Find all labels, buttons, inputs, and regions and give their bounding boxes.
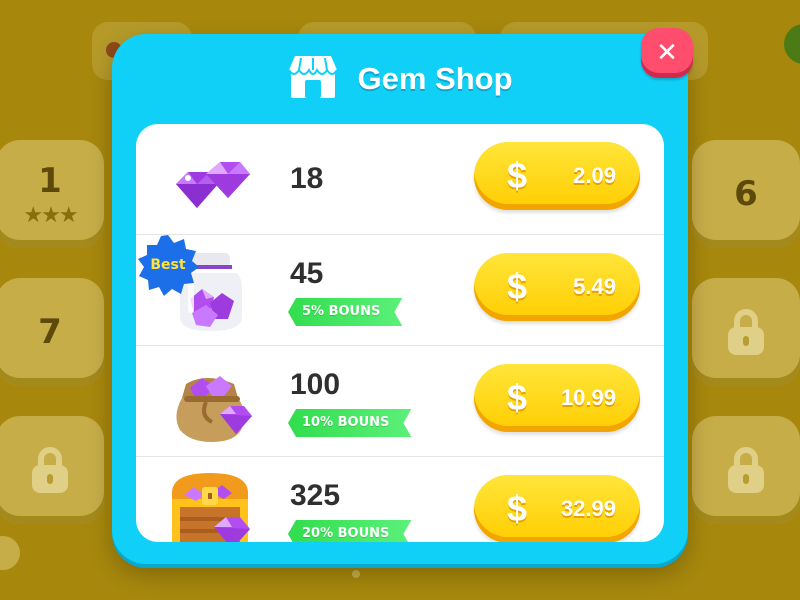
lock-icon (32, 447, 68, 493)
best-value-badge: Best (137, 234, 199, 296)
buy-button[interactable]: $ 32.99 (474, 475, 640, 542)
dollar-icon: $ (506, 488, 528, 529)
price-label: 32.99 (560, 496, 616, 521)
gem-sack-icon (166, 358, 256, 448)
bonus-tag: 20% BOUNS (288, 520, 411, 542)
gem-amount: 18 (290, 162, 324, 195)
lock-icon (728, 447, 764, 493)
level-number: 1 (38, 160, 62, 201)
locked-level-tile (0, 416, 104, 524)
shop-item-row: 100 10% BOUNS $ 10.99 (136, 346, 664, 457)
treasure-chest-icon (166, 465, 256, 542)
chat-icon (0, 536, 20, 570)
close-button[interactable]: ✕ (641, 28, 693, 78)
price-label: 5.49 (573, 274, 616, 299)
price-label: 10.99 (560, 385, 616, 410)
gem-pair-icon (166, 134, 256, 224)
dollar-icon: $ (506, 266, 528, 307)
shop-item-row: 18 $ 2.09 (136, 124, 664, 235)
gem-amount: 45 (290, 257, 324, 290)
shop-item-row: 325 20% BOUNS $ 32.99 (136, 457, 664, 542)
dollar-icon: $ (506, 155, 528, 196)
price-label: 2.09 (573, 163, 616, 188)
best-label: Best (150, 257, 186, 273)
dialog-title: Gem Shop (357, 61, 513, 96)
settings-button (784, 24, 800, 64)
shop-item-list: 18 $ 2.09 45 5% BOUNS $ 5.49 100 10% BOU… (136, 124, 664, 542)
locked-level-tile (692, 416, 800, 524)
page-indicator (352, 570, 360, 578)
dollar-icon: $ (506, 377, 528, 418)
locked-level-tile (692, 278, 800, 386)
level-tile-7: 7 (0, 278, 104, 386)
level-number: 6 (734, 174, 758, 214)
star-rating: ★★★ (23, 202, 78, 228)
buy-button[interactable]: $ 5.49 (474, 253, 640, 321)
bonus-tag: 10% BOUNS (288, 409, 411, 437)
gem-amount: 325 (290, 479, 341, 512)
store-icon (287, 54, 339, 104)
lock-icon (728, 309, 764, 355)
level-tile-1: 1 ★★★ (0, 140, 104, 248)
level-tile-6: 6 (692, 140, 800, 248)
close-icon: ✕ (656, 38, 678, 68)
gem-amount: 100 (290, 368, 341, 401)
buy-button[interactable]: $ 10.99 (474, 364, 640, 432)
bonus-tag: 5% BOUNS (288, 298, 402, 326)
level-number: 7 (38, 312, 62, 352)
dialog-header: Gem Shop (112, 34, 688, 124)
shop-item-row: 45 5% BOUNS $ 5.49 (136, 235, 664, 346)
buy-button[interactable]: $ 2.09 (474, 142, 640, 210)
